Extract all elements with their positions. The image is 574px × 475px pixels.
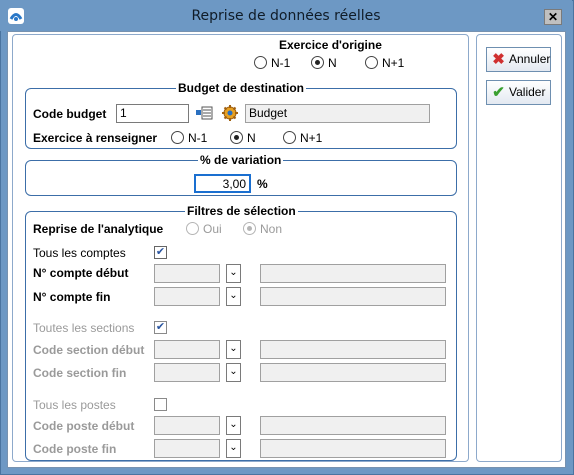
title-bar[interactable]: Reprise de données réelles ✕ (0, 0, 572, 31)
exercise-radio-n[interactable] (230, 131, 243, 144)
origin-title: Exercice d'origine (279, 38, 382, 52)
origin-radio-n+1[interactable] (365, 56, 378, 69)
code-budget-input[interactable]: 1 (116, 104, 189, 123)
exercise-radio-n+1[interactable] (283, 131, 296, 144)
account-start-input[interactable] (154, 264, 220, 283)
section-end-name (260, 363, 446, 382)
all-posts-label: Tous les postes (33, 398, 116, 412)
post-end-input[interactable] (154, 439, 220, 458)
origin-label-n: N (328, 56, 337, 70)
list-picker-icon[interactable] (195, 105, 213, 121)
budget-group-title: Budget de destination (176, 81, 306, 95)
account-end-name (260, 287, 446, 306)
post-end-name (260, 439, 446, 458)
analytic-radio-non[interactable] (243, 222, 256, 235)
window-title: Reprise de données réelles (191, 8, 381, 24)
origin-radio-n-1[interactable] (254, 56, 267, 69)
budget-name-field: Budget (245, 104, 430, 123)
radio-dot (315, 60, 320, 65)
origin-label-n+1: N+1 (382, 56, 405, 70)
analytic-label-oui: Oui (203, 222, 222, 236)
validate-button-label: Valider (509, 85, 546, 99)
origin-radio-n[interactable] (311, 56, 324, 69)
close-icon: ✖ (492, 51, 505, 68)
radio-dot (247, 226, 252, 231)
all-sections-checkbox[interactable]: ✔ (154, 321, 167, 334)
filters-group-title: Filtres de sélection (185, 204, 298, 218)
section-start-name (260, 340, 446, 359)
chevron-down-icon[interactable]: ⌄ (226, 416, 241, 435)
exercise-radio-n-1[interactable] (171, 131, 184, 144)
radio-dot (234, 135, 239, 140)
variation-input[interactable]: 3,00 (194, 174, 251, 193)
post-start-input[interactable] (154, 416, 220, 435)
analytic-label: Reprise de l'analytique (33, 222, 164, 236)
chevron-down-icon[interactable]: ⌄ (226, 264, 241, 283)
account-end-label: N° compte fin (33, 290, 111, 304)
chevron-down-icon[interactable]: ⌄ (226, 439, 241, 458)
all-posts-checkbox[interactable] (154, 398, 167, 411)
all-accounts-checkbox[interactable]: ✔ (154, 246, 167, 259)
chevron-down-icon[interactable]: ⌄ (226, 340, 241, 359)
cancel-button-label: Annuler (509, 52, 551, 66)
post-start-name (260, 416, 446, 435)
code-budget-label: Code budget (33, 107, 107, 121)
post-start-label: Code poste début (33, 419, 135, 433)
all-sections-label: Toutes les sections (33, 321, 135, 335)
exercise-label-n-1: N-1 (188, 131, 208, 145)
validate-button[interactable]: ✔ Valider (486, 80, 551, 105)
exercise-label: Exercice à renseigner (33, 131, 158, 145)
cancel-button[interactable]: ✖ Annuler (486, 47, 551, 72)
all-accounts-label: Tous les comptes (33, 246, 126, 260)
origin-label-n-1: N-1 (271, 56, 291, 70)
exercise-label-n+1: N+1 (300, 131, 323, 145)
account-end-input[interactable] (154, 287, 220, 306)
post-end-label: Code poste fin (33, 442, 117, 456)
analytic-radio-oui[interactable] (186, 222, 199, 235)
account-start-label: N° compte début (33, 266, 129, 280)
section-end-label: Code section fin (33, 366, 127, 380)
settings-gear-icon[interactable] (221, 104, 239, 122)
section-start-input[interactable] (154, 340, 220, 359)
chevron-down-icon[interactable]: ⌄ (226, 363, 241, 382)
close-icon[interactable]: ✕ (544, 9, 562, 25)
section-start-label: Code section début (33, 343, 145, 357)
exercise-label-n: N (247, 131, 256, 145)
variation-group-title: % de variation (198, 153, 284, 167)
account-start-name (260, 264, 446, 283)
variation-unit: % (257, 177, 268, 191)
analytic-label-non: Non (260, 222, 283, 236)
section-end-input[interactable] (154, 363, 220, 382)
checkmark-icon: ✔ (492, 84, 505, 101)
chevron-down-icon[interactable]: ⌄ (226, 287, 241, 306)
